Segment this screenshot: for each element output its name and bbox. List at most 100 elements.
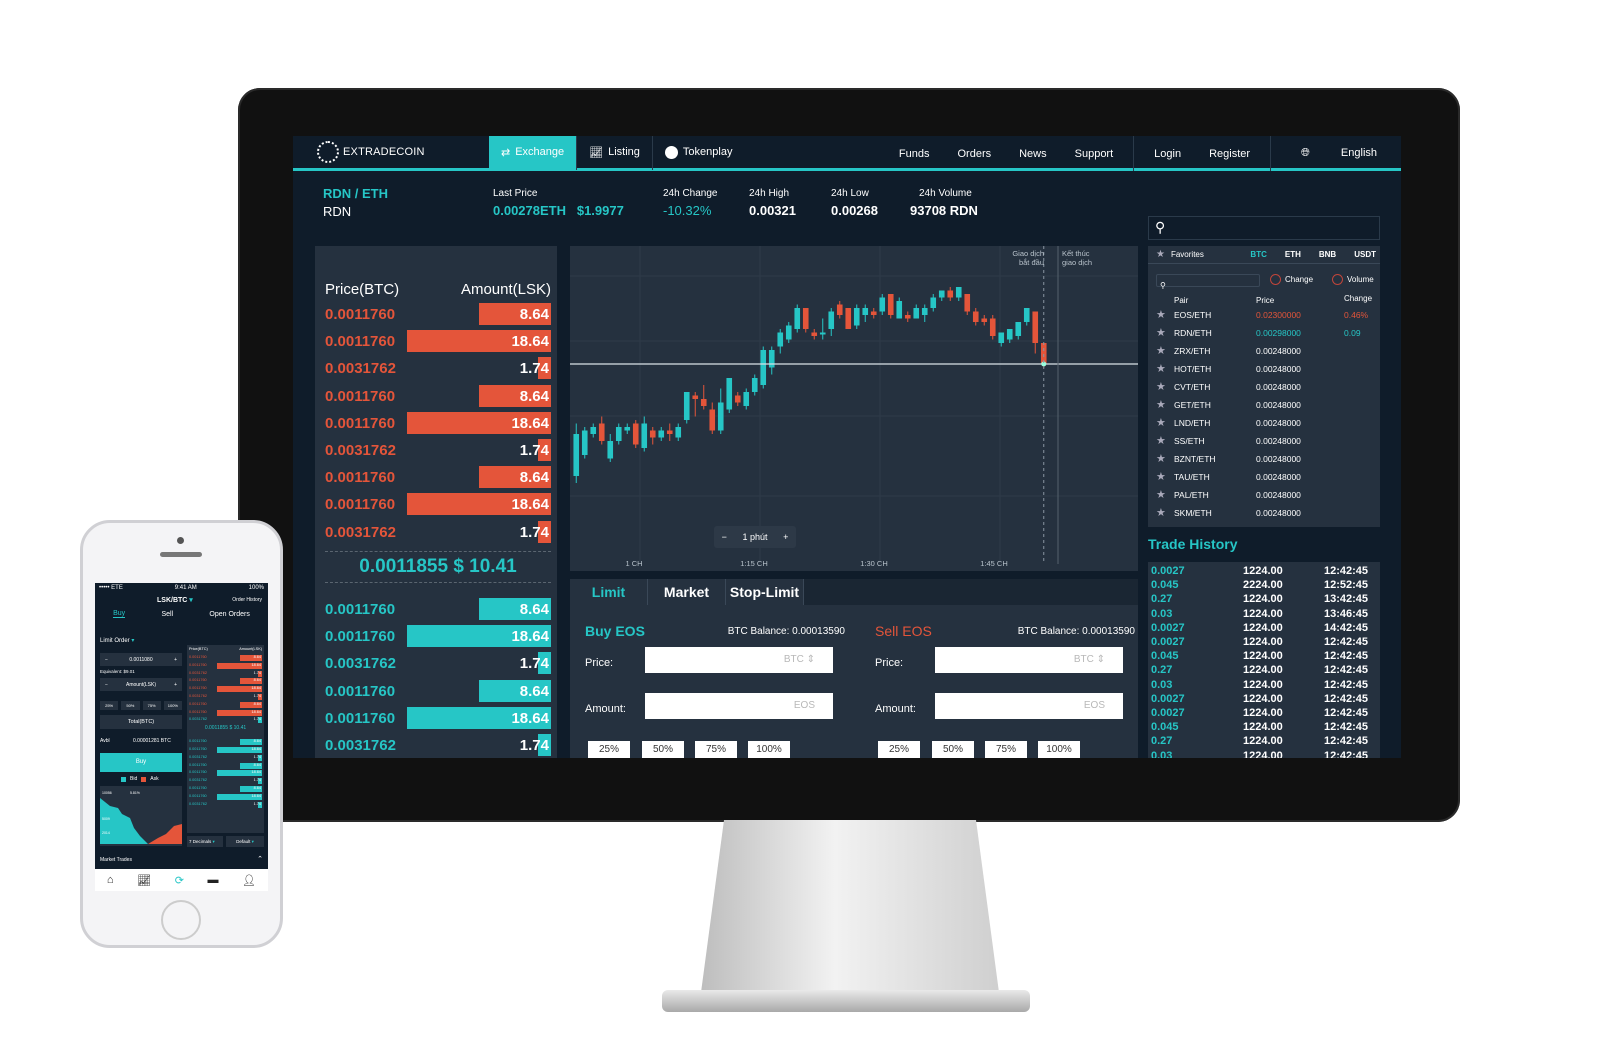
order-book-row[interactable]: 0.0031762 1.74 [325, 734, 551, 756]
base-tab-usdt[interactable]: USDT [1354, 250, 1376, 259]
order-book-row[interactable]: 0.0011760 8.64 [325, 598, 551, 620]
candle[interactable] [700, 399, 707, 406]
minus-icon[interactable]: − [105, 682, 108, 688]
candle[interactable] [683, 392, 690, 420]
order-book-row[interactable]: 0.0031762 1.74 [325, 357, 551, 380]
candle[interactable] [734, 395, 741, 403]
plus-icon[interactable]: + [174, 657, 177, 663]
market-row[interactable]: ★ PAL/ETH 0.00248000 [1156, 488, 1376, 504]
login-link[interactable]: Login [1154, 148, 1181, 160]
order-book-row[interactable]: 0.0011760 18.64 [325, 493, 551, 516]
col-price[interactable]: Price [1256, 296, 1274, 305]
mobile-ob-row[interactable]: 0.0011760 18.64 [189, 662, 262, 669]
candle[interactable] [1032, 311, 1039, 344]
mobile-ob-row[interactable]: 0.0011760 8.64 [189, 739, 262, 746]
star-icon[interactable]: ★ [1156, 344, 1166, 357]
nav-orders[interactable]: Orders [957, 148, 991, 160]
market-row[interactable]: ★ GET/ETH 0.00248000 [1156, 398, 1376, 414]
pair-filter-input[interactable]: ⚲ [1156, 274, 1260, 290]
trade-icon[interactable]: ⟳ [175, 874, 184, 887]
base-tab-eth[interactable]: ETH [1285, 250, 1301, 259]
col-pair[interactable]: Pair [1174, 296, 1188, 305]
order-book-row[interactable]: 0.0011760 18.64 [325, 330, 551, 353]
plus-icon[interactable]: + [174, 682, 177, 688]
candle[interactable] [743, 392, 750, 406]
tab-market[interactable]: Market [648, 579, 726, 605]
candle[interactable] [598, 423, 605, 442]
candlestick-chart[interactable]: Giao dịchbắt đầu Kết thúcgiao dịch 1 CH 1:1… [570, 246, 1138, 571]
sell-pct-100[interactable]: 100% [1038, 741, 1080, 758]
candle[interactable] [641, 423, 648, 449]
stepper-icon[interactable]: ⇕ [807, 654, 815, 665]
buy-amount-input[interactable]: EOS [645, 693, 833, 719]
order-book-row[interactable]: 0.0011760 8.64 [325, 303, 551, 325]
tab-listing[interactable]: 📈︎ Listing [577, 136, 653, 170]
minus-icon[interactable]: − [105, 657, 108, 663]
nav-news[interactable]: News [1019, 148, 1047, 160]
mobile-ob-row[interactable]: 0.0011760 8.64 [189, 786, 262, 792]
mobile-ob-row[interactable]: 0.0011760 18.64 [189, 793, 262, 800]
candle[interactable] [853, 308, 860, 326]
order-book-row[interactable]: 0.0011760 18.64 [325, 625, 551, 648]
order-book-row[interactable]: 0.0011760 8.64 [325, 466, 551, 489]
stepper-icon[interactable]: ⇕ [1097, 654, 1105, 665]
candle[interactable] [590, 427, 597, 434]
zoom-out-button[interactable]: − [714, 532, 735, 542]
tab-exchange[interactable]: ⇄ Exchange [489, 136, 578, 170]
tab-stop-limit[interactable]: Stop-Limit [726, 579, 804, 605]
mobile-ob-row[interactable]: 0.0011760 18.64 [189, 747, 262, 753]
market-row[interactable]: ★ SKM/ETH 0.00248000 [1156, 506, 1376, 522]
sell-pct-50[interactable]: 50% [932, 741, 974, 758]
candle[interactable] [675, 427, 682, 438]
candle[interactable] [879, 297, 886, 312]
candle[interactable] [615, 427, 622, 441]
candle[interactable] [870, 311, 877, 316]
candle[interactable] [692, 395, 699, 400]
sell-pct-75[interactable]: 75% [985, 741, 1027, 758]
sort-change-radio[interactable]: Change [1270, 274, 1313, 285]
candle[interactable] [904, 315, 911, 319]
buy-pct-50[interactable]: 50% [642, 741, 684, 758]
candle[interactable] [845, 308, 852, 329]
order-type-select[interactable]: Limit Order ▾ [100, 637, 134, 644]
nav-support[interactable]: Support [1075, 148, 1114, 160]
sell-price-input[interactable]: BTC ⇕ [935, 647, 1123, 673]
candle[interactable] [726, 378, 733, 410]
candle[interactable] [981, 318, 988, 323]
candle[interactable] [887, 294, 894, 315]
candle[interactable] [836, 304, 843, 316]
star-icon[interactable]: ★ [1156, 416, 1166, 429]
mobile-pair[interactable]: LSK/BTC ▾ [157, 596, 193, 604]
mobile-ob-row[interactable]: 0.0031762 1.74 [189, 801, 262, 808]
star-icon[interactable]: ★ [1156, 362, 1166, 375]
candle[interactable] [802, 308, 809, 329]
mobile-ob-row[interactable]: 0.0011760 18.64 [189, 686, 262, 693]
star-icon[interactable]: ★ [1156, 506, 1166, 519]
candle[interactable] [632, 423, 639, 445]
candle[interactable] [955, 287, 962, 298]
candle[interactable] [760, 350, 767, 385]
markets-icon[interactable]: 📈︎ [137, 874, 151, 887]
candle[interactable] [785, 325, 792, 340]
candle[interactable] [913, 308, 920, 319]
mobile-pct-75[interactable]: 75% [142, 701, 161, 710]
mobile-tab-sell[interactable]: Sell [161, 611, 173, 618]
star-icon[interactable]: ★ [1156, 380, 1166, 393]
candle[interactable] [649, 430, 656, 438]
market-row[interactable]: ★ LND/ETH 0.00248000 [1156, 416, 1376, 432]
candle[interactable] [624, 427, 631, 431]
tab-limit[interactable]: Limit [570, 579, 648, 605]
candle[interactable] [658, 430, 665, 438]
candle[interactable] [862, 308, 869, 315]
candle[interactable] [989, 318, 996, 337]
buy-price-input[interactable]: BTC ⇕ [645, 647, 833, 673]
mobile-ob-row[interactable]: 0.0031762 1.74 [189, 778, 262, 785]
nav-funds[interactable]: Funds [899, 148, 930, 160]
buy-pct-25[interactable]: 25% [588, 741, 630, 758]
star-icon[interactable]: ★ [1156, 470, 1166, 483]
market-row[interactable]: ★ SS/ETH 0.00248000 [1156, 434, 1376, 450]
mobile-pct-100[interactable]: 100% [163, 701, 182, 710]
order-history-link[interactable]: Order History [232, 597, 262, 603]
candle[interactable] [938, 290, 945, 298]
candle[interactable] [768, 350, 775, 368]
